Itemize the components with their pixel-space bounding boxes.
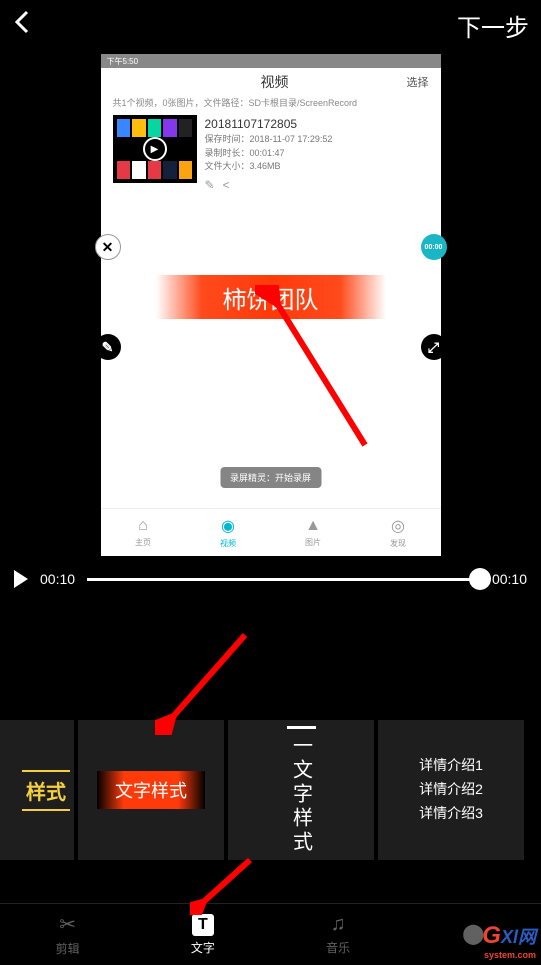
video-filesize: 文件大小：3.46MB <box>205 160 333 174</box>
play-circle-icon: ◉ <box>221 516 235 536</box>
video-save-time: 保存时间：2018-11-07 17:29:52 <box>205 133 333 147</box>
music-icon: ♫ <box>331 913 346 936</box>
embedded-path-info: 共1个视频，0张图片，文件路径：SD卡根目录/ScreenRecord <box>101 96 441 111</box>
text-icon: T <box>192 914 214 936</box>
scissors-icon: ✂ <box>59 912 76 937</box>
text-overlay-frame[interactable]: ✕ 00:00 ✎ ⤢ 柿饼团队 <box>107 246 435 348</box>
editor-bottom-nav: ✂ 剪辑 T 文字 ♫ 音乐 ⬤ <box>0 903 541 965</box>
video-list-item: ▶ 20181107172805 保存时间：2018-11-07 17:29:5… <box>101 111 441 198</box>
next-button[interactable]: 下一步 <box>457 8 529 43</box>
embedded-tab-video: ◉ 视频 <box>186 509 271 556</box>
embedded-tab-home: ⌂ 主页 <box>101 509 186 556</box>
text-style-scroller[interactable]: 样式 文字样式 一文字样式 详情介绍1 详情介绍2 详情介绍3 <box>0 720 541 860</box>
style-preview-yellow: 样式 <box>26 776 66 805</box>
back-icon[interactable] <box>12 9 32 42</box>
progress-knob[interactable] <box>469 568 491 590</box>
text-style-card[interactable]: 一文字样式 <box>228 720 374 860</box>
nav-text[interactable]: T 文字 <box>135 904 270 965</box>
overlay-text[interactable]: 柿饼团队 <box>156 275 386 319</box>
video-thumbnail: ▶ <box>113 115 197 183</box>
style-preview-details: 详情介绍1 详情介绍2 详情介绍3 <box>419 754 483 825</box>
video-duration: 录制时长：00:01:47 <box>205 147 333 161</box>
image-icon: ▲ <box>305 517 321 535</box>
video-filename: 20181107172805 <box>205 115 333 133</box>
compass-icon: ◎ <box>391 516 405 536</box>
text-style-card[interactable]: 详情介绍1 详情介绍2 详情介绍3 <box>378 720 524 860</box>
current-time: 00:10 <box>40 571 75 587</box>
style-preview-red: 文字样式 <box>97 771 205 809</box>
embedded-tab-image: ▲ 图片 <box>271 509 356 556</box>
style-preview-vertical: 一文字样式 <box>287 726 316 855</box>
embedded-status-bar: 下午5:50 <box>101 54 441 68</box>
embedded-select: 选择 <box>407 74 429 90</box>
play-icon: ▶ <box>143 137 167 161</box>
edit-icon: ✎ <box>205 176 215 194</box>
text-style-card[interactable]: 文字样式 <box>78 720 224 860</box>
home-icon: ⌂ <box>138 517 148 535</box>
annotation-arrow <box>155 625 255 735</box>
play-button[interactable] <box>14 570 28 588</box>
nav-music[interactable]: ♫ 音乐 <box>271 904 406 965</box>
embedded-title: 视频 <box>143 72 407 92</box>
embedded-tabbar: ⌂ 主页 ◉ 视频 ▲ 图片 ◎ 发现 <box>101 508 441 556</box>
edit-handle-icon[interactable]: ✎ <box>95 334 121 360</box>
blob-icon: ⬤ <box>462 921 484 946</box>
resize-handle-icon[interactable]: ⤢ <box>421 334 447 360</box>
progress-track[interactable] <box>87 578 480 581</box>
embedded-tab-discover: ◎ 发现 <box>356 509 441 556</box>
close-icon[interactable]: ✕ <box>95 234 121 260</box>
total-time: 00:10 <box>492 571 527 587</box>
video-preview: 下午5:50 视频 选择 共1个视频，0张图片，文件路径：SD卡根目录/Scre… <box>101 54 441 556</box>
duration-badge[interactable]: 00:00 <box>421 234 447 260</box>
share-icon: < <box>223 176 230 194</box>
text-style-card[interactable]: 样式 <box>0 720 74 860</box>
watermark: GGxlXl网 system.com <box>482 922 536 960</box>
toast-message: 录屏精灵：开始录屏 <box>220 467 321 488</box>
nav-edit[interactable]: ✂ 剪辑 <box>0 904 135 965</box>
video-timeline[interactable]: 00:10 00:10 <box>0 556 541 602</box>
